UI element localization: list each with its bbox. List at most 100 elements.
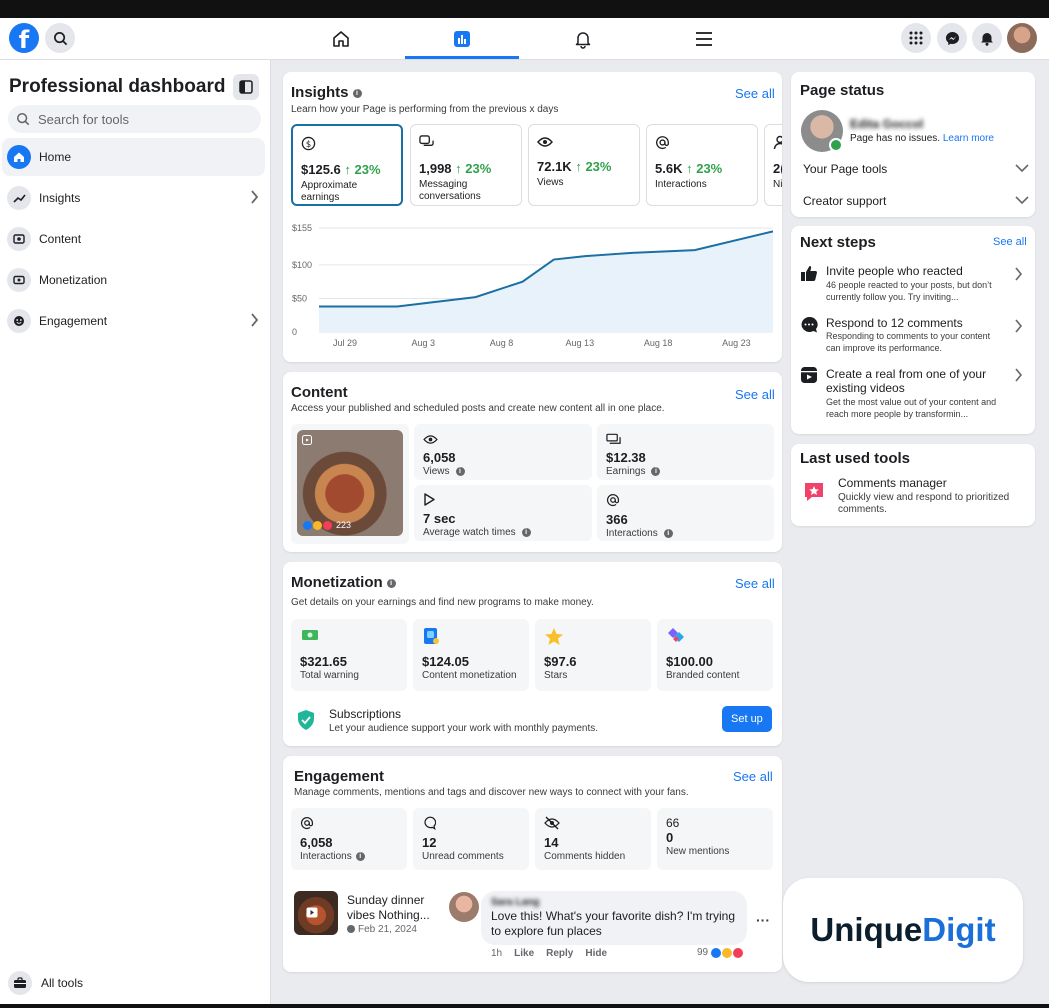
next-steps-see-all-link[interactable]: See all xyxy=(993,236,1027,248)
info-icon[interactable]: i xyxy=(651,466,661,476)
apps-button[interactable] xyxy=(901,23,931,53)
info-icon[interactable]: i xyxy=(455,466,465,476)
facebook-logo[interactable]: f xyxy=(9,23,39,53)
sidebar-item-monetization[interactable]: Monetization xyxy=(2,261,265,299)
engagement-tile-interactions[interactable]: 6,058 Interactions i xyxy=(291,808,407,870)
messenger-button[interactable] xyxy=(937,23,967,53)
next-step-invite[interactable]: Invite people who reacted 46 people reac… xyxy=(791,262,1035,308)
monetization-tile-stars[interactable]: $97.6 Stars xyxy=(535,619,651,691)
engagement-see-all-link[interactable]: See all xyxy=(733,769,773,784)
x-tick-label: Aug 23 xyxy=(722,338,751,348)
comment-text: Love this! What's your favorite dish? I'… xyxy=(491,909,736,938)
bar-chart-icon xyxy=(454,31,470,47)
comment-reactions[interactable]: 99 xyxy=(697,947,744,958)
engagement-tile-unread[interactable]: 12 Unread comments xyxy=(413,808,529,870)
trend-icon xyxy=(7,186,31,210)
home-icon xyxy=(7,145,31,169)
page-tools-row[interactable]: Your Page tools xyxy=(801,162,1029,182)
love-reaction-icon xyxy=(733,947,744,958)
page-name: Edita Goccol xyxy=(850,117,924,131)
comment-hide-button[interactable]: Hide xyxy=(585,948,607,959)
engagement-card: Engagement Manage comments, mentions and… xyxy=(283,756,782,972)
content-subtitle: Access your published and scheduled post… xyxy=(291,403,665,414)
engagement-tile-mentions[interactable]: 66 0 New mentions xyxy=(657,808,773,870)
insights-see-all-link[interactable]: See all xyxy=(735,86,775,101)
metric-partial[interactable]: 2( Ni xyxy=(764,124,782,206)
content-icon xyxy=(7,227,31,251)
search-button[interactable] xyxy=(45,23,75,53)
next-step-respond[interactable]: Respond to 12 comments Responding to com… xyxy=(791,314,1035,358)
branded-content-icon xyxy=(668,628,684,642)
profile-avatar[interactable] xyxy=(1007,23,1037,53)
info-icon[interactable]: i xyxy=(521,527,531,537)
info-icon[interactable]: i xyxy=(663,528,673,538)
at-icon xyxy=(606,494,620,507)
subscriptions-description: Let your audience support your work with… xyxy=(329,723,599,734)
engagement-subtitle: Manage comments, mentions and tags and d… xyxy=(294,787,689,798)
comments-manager-tool[interactable]: Comments manager Quickly view and respon… xyxy=(791,476,1035,520)
metric-views[interactable]: 72.1K ↑ 23% Views xyxy=(528,124,640,206)
tools-search-input[interactable] xyxy=(38,111,238,127)
recent-post-thumbnail[interactable] xyxy=(294,891,338,935)
comment-reply-button[interactable]: Reply xyxy=(546,948,573,959)
comment-filled-icon xyxy=(801,316,818,333)
x-tick-label: Aug 13 xyxy=(566,338,595,348)
info-icon[interactable]: i xyxy=(355,851,365,861)
metric-approximate-earnings[interactable]: $ $125.6 ↑ 23% Approximate earnings xyxy=(291,124,403,206)
content-stat-interactions: 366 Interactions i xyxy=(597,485,774,541)
globe-icon xyxy=(347,925,355,934)
search-icon xyxy=(53,31,67,45)
top-bezel xyxy=(0,0,1049,18)
nav-menu[interactable] xyxy=(691,26,717,52)
recent-post-title: Sunday dinner vibes Nothing... xyxy=(347,893,430,922)
commenter-name: Sara Lang xyxy=(491,897,540,908)
smiley-icon xyxy=(7,309,31,333)
sidebar-item-label: Home xyxy=(39,150,72,164)
monetization-tile-total[interactable]: $321.65 Total warning xyxy=(291,619,407,691)
content-thumbnail-frame: 223 xyxy=(291,424,409,544)
sidebar-collapse-button[interactable] xyxy=(233,74,259,100)
comment-like-button[interactable]: Like xyxy=(514,948,534,959)
nav-dashboard[interactable] xyxy=(449,26,475,52)
tools-search[interactable] xyxy=(8,105,261,133)
post-thumbnail[interactable]: 223 xyxy=(297,430,403,536)
comment-options-icon[interactable]: ··· xyxy=(756,912,770,928)
y-tick-label: $50 xyxy=(292,293,307,303)
subscriptions-setup-button[interactable]: Set up xyxy=(722,706,772,732)
sidebar-item-engagement[interactable]: Engagement xyxy=(2,302,265,340)
monetization-see-all-link[interactable]: See all xyxy=(735,576,775,591)
x-tick-label: Aug 8 xyxy=(490,338,514,348)
commenter-avatar[interactable] xyxy=(449,892,479,922)
content-see-all-link[interactable]: See all xyxy=(735,387,775,402)
creator-support-row[interactable]: Creator support xyxy=(801,194,1029,214)
sidebar-item-home[interactable]: Home xyxy=(2,138,265,176)
chevron-down-icon xyxy=(1015,196,1029,205)
monetization-tile-content[interactable]: $124.05 Content monetization xyxy=(413,619,529,691)
nav-notifications[interactable] xyxy=(570,26,596,52)
next-step-create-reel[interactable]: Create a real from one of your existing … xyxy=(791,365,1035,425)
content-stat-earnings: $12.38 Earnings i xyxy=(597,424,774,480)
notifications-button[interactable] xyxy=(972,23,1002,53)
metric-messaging-conversations[interactable]: 1,998 ↑ 23% Messaging conversations xyxy=(410,124,522,206)
sidebar-item-content[interactable]: Content xyxy=(2,220,265,258)
y-tick-label: $155 xyxy=(292,223,312,233)
thumbs-up-icon xyxy=(801,266,817,281)
info-icon[interactable]: i xyxy=(386,578,396,588)
search-icon xyxy=(16,112,30,126)
next-steps-title: Next steps xyxy=(800,234,876,251)
monetization-card: Monetization i Get details on your earnin… xyxy=(283,562,782,746)
sidebar-item-label: Insights xyxy=(39,191,81,205)
engagement-tile-hidden[interactable]: 14 Comments hidden xyxy=(535,808,651,870)
monetization-tile-branded[interactable]: $100.00 Branded content xyxy=(657,619,773,691)
sidebar-item-insights[interactable]: Insights xyxy=(2,179,265,217)
at-icon xyxy=(656,136,669,150)
metric-interactions[interactable]: 5.6K ↑ 23% Interactions xyxy=(646,124,758,206)
nav-home[interactable] xyxy=(328,26,354,52)
sidebar-title: Professional dashboard xyxy=(9,76,226,97)
learn-more-link[interactable]: Learn more xyxy=(943,133,994,144)
info-icon[interactable]: i xyxy=(352,88,362,98)
all-tools-button[interactable]: All tools xyxy=(8,971,83,995)
chat-bubbles-icon xyxy=(419,135,434,146)
insights-subtitle: Learn how your Page is performing from t… xyxy=(291,104,559,115)
reel-icon xyxy=(801,367,817,383)
